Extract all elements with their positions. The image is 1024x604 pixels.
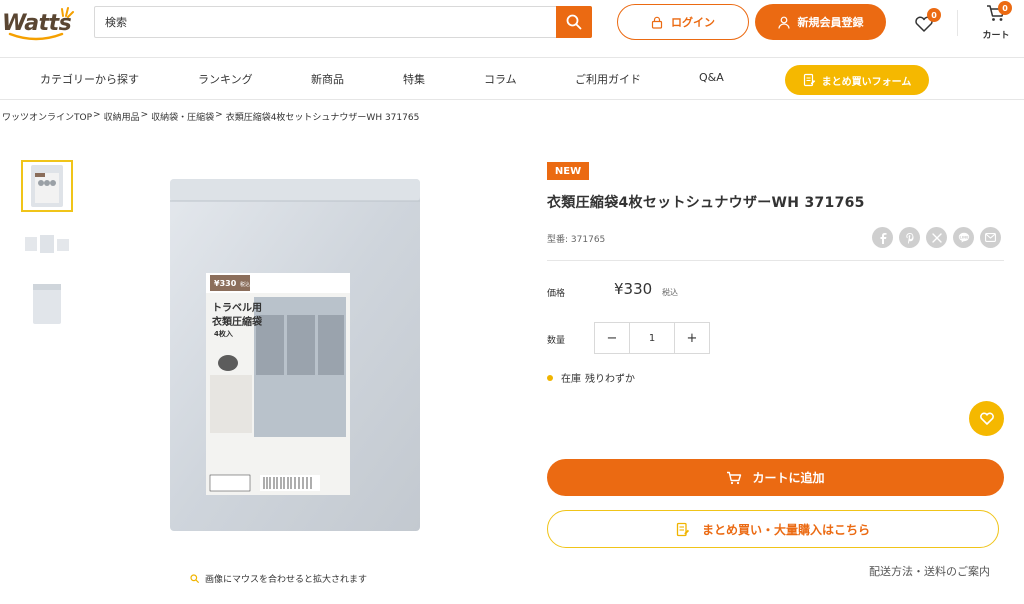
breadcrumb-item-storage-bags[interactable]: 収納袋・圧縮袋	[151, 110, 214, 123]
package-price-tag: ¥330	[214, 279, 237, 288]
share-buttons: LINE	[872, 227, 1001, 248]
cart-button[interactable]: 0 カート	[978, 1, 1014, 42]
breadcrumb-separator: >	[140, 110, 149, 120]
add-to-favorites-button[interactable]	[969, 401, 1004, 436]
login-label: ログイン	[671, 16, 715, 29]
logo-rays-icon	[61, 7, 74, 18]
product-title: 衣類圧縮袋4枚セットシュナウザーWH 371765	[547, 195, 865, 211]
gallery-thumbnail-2[interactable]	[21, 219, 73, 271]
tax-label: 税込	[662, 288, 678, 297]
product-thumbnail-image	[31, 165, 63, 207]
breadcrumb-current: 衣類圧縮袋4枚セットシュナウザーWH 371765	[225, 113, 420, 123]
zoom-hint: 画像にマウスを合わせると拡大されます	[190, 572, 367, 585]
product-sku: 型番: 371765	[547, 232, 605, 245]
package-count: 4枚入	[214, 330, 233, 338]
x-icon[interactable]	[926, 227, 947, 248]
sku-label: 型番:	[547, 235, 569, 245]
form-document-icon	[676, 522, 690, 536]
quantity-input[interactable]	[629, 323, 675, 353]
bulk-purchase-button[interactable]: まとめ買い・大量購入はこちら	[547, 510, 999, 548]
breadcrumb-separator: >	[215, 110, 223, 120]
favorites-button[interactable]: 0	[912, 8, 941, 36]
site-logo[interactable]: Watts	[2, 6, 74, 41]
login-button[interactable]: ログイン	[617, 4, 749, 40]
mail-icon[interactable]	[980, 227, 1001, 248]
bulk-order-form-button[interactable]: まとめ買いフォーム	[785, 65, 929, 95]
info-divider	[547, 260, 1004, 261]
add-to-cart-button[interactable]: カートに追加	[547, 459, 1004, 496]
quantity-stepper: − +	[594, 322, 710, 354]
quantity-label: 数量	[547, 336, 566, 346]
sku-value: 371765	[570, 235, 606, 245]
zoom-hint-text: 画像にマウスを合わせると拡大されます	[205, 575, 368, 585]
nav-item-ranking[interactable]: ランキング	[198, 71, 253, 87]
package-price-tag-tax: 税込	[240, 282, 251, 288]
form-document-icon	[803, 73, 815, 87]
quantity-decrease-button[interactable]: −	[595, 323, 629, 353]
product-thumbnail-image	[25, 235, 69, 253]
search-input[interactable]	[95, 7, 556, 37]
lock-icon	[651, 16, 663, 29]
package-title-line1: トラベル用	[212, 303, 262, 314]
nav-item-categories[interactable]: カテゴリーから探す	[40, 71, 139, 87]
pinterest-icon[interactable]	[899, 227, 920, 248]
nav-item-guide[interactable]: ご利用ガイド	[575, 71, 641, 87]
breadcrumb: ワッツオンラインTOP > 収納用品 > 収納袋・圧縮袋 > 衣類圧縮袋4枚セットシュ…	[2, 110, 419, 123]
breadcrumb-item-top[interactable]: ワッツオンラインTOP	[2, 110, 92, 123]
main-nav: カテゴリーから探す ランキング 新商品 特集 コラム ご利用ガイド Q&A まと…	[0, 58, 1024, 100]
search-bar	[94, 6, 592, 38]
search-icon	[566, 14, 582, 30]
logo-smile-icon	[8, 32, 64, 41]
stock-dot-icon	[547, 374, 553, 381]
gallery-thumbnail-3[interactable]	[21, 278, 73, 330]
stock-status: 在庫 残りわずか	[547, 370, 635, 385]
cart-count-badge: 0	[998, 1, 1012, 15]
nav-item-column[interactable]: コラム	[484, 71, 517, 87]
site-header: Watts ログイン 新規会員登録	[0, 0, 1024, 58]
search-button[interactable]	[556, 6, 592, 38]
product-thumbnail-image	[33, 284, 61, 324]
delivery-info-link[interactable]: 配送方法・送料のご案内	[869, 563, 990, 579]
favorites-count-badge: 0	[927, 8, 941, 22]
package-title-line2: 衣類圧縮袋	[212, 317, 262, 328]
main-product-image[interactable]: ¥330 税込 トラベル用 衣類圧縮袋 4枚入	[170, 175, 420, 535]
new-badge: NEW	[547, 162, 589, 180]
user-icon	[777, 16, 790, 29]
cart-icon	[727, 471, 742, 484]
header-divider	[957, 10, 958, 36]
nav-item-faq[interactable]: Q&A	[699, 71, 724, 84]
quantity-increase-button[interactable]: +	[675, 323, 709, 353]
svg-text:LINE: LINE	[959, 236, 969, 240]
facebook-icon[interactable]	[872, 227, 893, 248]
nav-item-new-products[interactable]: 新商品	[311, 71, 344, 87]
line-icon[interactable]: LINE	[953, 227, 974, 248]
bulk-order-form-label: まとめ買いフォーム	[821, 76, 912, 88]
bulk-purchase-label: まとめ買い・大量購入はこちら	[701, 522, 870, 537]
heart-icon	[979, 412, 994, 425]
stock-label: 在庫	[561, 374, 581, 385]
register-button[interactable]: 新規会員登録	[755, 4, 886, 40]
stock-status-text: 残りわずか	[585, 374, 635, 385]
nav-item-features[interactable]: 特集	[403, 71, 425, 87]
magnifier-icon	[190, 574, 199, 583]
breadcrumb-item-storage[interactable]: 収納用品	[104, 110, 140, 123]
add-to-cart-label: カートに追加	[752, 471, 825, 485]
product-package-image	[170, 179, 420, 531]
price-value: ¥330	[614, 280, 653, 298]
breadcrumb-separator: >	[93, 110, 101, 120]
register-label: 新規会員登録	[797, 16, 864, 29]
price-label: 価格	[547, 289, 566, 299]
cart-label: カート	[982, 31, 1010, 41]
gallery-thumbnail-1[interactable]	[21, 160, 73, 212]
